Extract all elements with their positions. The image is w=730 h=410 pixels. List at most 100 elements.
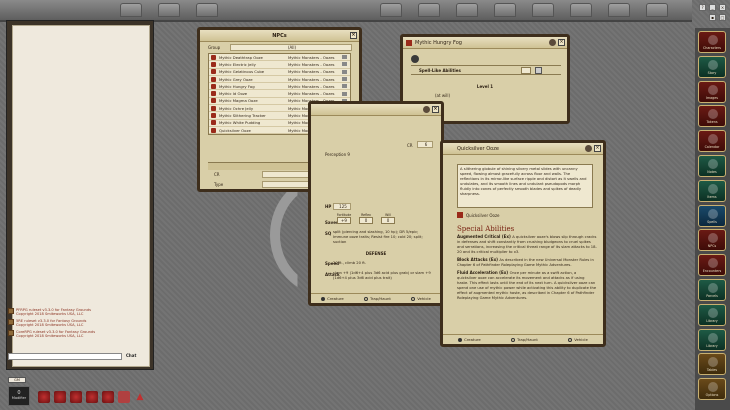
tab-trap-haunt[interactable]: Trap/Haunt (511, 337, 538, 342)
sidebar-button[interactable]: Story (698, 55, 726, 78)
link-icon[interactable] (342, 77, 347, 82)
list-item[interactable]: Mythic Hungry Fog Mythic Monsters - Oozes (209, 83, 350, 91)
group-select[interactable]: (All) (230, 44, 352, 51)
cr-field[interactable]: 6 (417, 141, 433, 148)
window-title-bar[interactable]: Quicksilver Ooze × (443, 143, 603, 155)
window-title-bar[interactable]: Mythic Hungry Fog × (403, 37, 567, 49)
spell-level-field[interactable] (521, 67, 531, 74)
tab-vehicle[interactable]: Vehicle (411, 296, 431, 301)
battlement (532, 3, 554, 17)
npc-type-tabs: Creature Trap/Haunt Vehicle (443, 334, 603, 344)
sidebar-button[interactable]: Tokens (698, 105, 726, 128)
battlement (456, 3, 478, 17)
link-icon[interactable] (342, 84, 347, 89)
d8-die-icon[interactable] (70, 391, 82, 403)
npc-icon (211, 98, 216, 104)
sidebar: Characters Story Images Tokens Calendar Notes… (695, 28, 730, 410)
d6-die-icon[interactable] (54, 391, 66, 403)
link-icon[interactable] (342, 69, 347, 74)
sidebar-button[interactable]: NPCs (698, 229, 726, 252)
d20-triangle-die-icon[interactable]: ▲ (134, 391, 146, 403)
npc-icon (211, 61, 216, 67)
sidebar-button[interactable]: Spells (698, 204, 726, 227)
sidebar-button[interactable]: Parcels (698, 279, 726, 301)
sidebar-button[interactable]: Calendar (698, 130, 726, 153)
sidebar-button[interactable]: Items (698, 179, 726, 202)
tab-creature[interactable]: Creature (458, 337, 481, 342)
link-icon[interactable] (342, 91, 347, 96)
lock-icon[interactable]: ▪ (709, 14, 716, 21)
npc-icon (211, 113, 216, 119)
radio-icon (511, 338, 516, 342)
close-icon[interactable]: × (558, 39, 565, 46)
tab-trap-haunt[interactable]: Trap/Haunt (364, 296, 391, 301)
close-icon[interactable]: × (432, 106, 439, 113)
sidebar-button[interactable]: Options (698, 378, 726, 401)
help-icon[interactable]: ? (699, 4, 706, 11)
npc-icon (211, 105, 216, 111)
list-item[interactable]: Mythic Gelatinous Cube Mythic Monsters - … (209, 69, 350, 76)
link-icon[interactable] (342, 55, 347, 60)
tab-creature[interactable]: Creature (321, 296, 344, 301)
modifier-box[interactable]: 0 Modifier (8, 386, 30, 406)
cr-label: CR (214, 172, 220, 177)
sidebar-button-icon (708, 35, 718, 45)
list-item[interactable]: Mythic Grey Ooze Mythic Monsters - Oozes (209, 76, 350, 84)
battlement (120, 3, 142, 17)
chat-mode-selector[interactable]: GM (8, 377, 26, 383)
d10-die-icon[interactable] (86, 391, 98, 403)
battlement (380, 3, 402, 17)
sidebar-button-label: Parcels (706, 294, 718, 298)
battlement (158, 3, 180, 17)
sq-label: SQ (325, 231, 332, 236)
sidebar-button-label: Story (707, 70, 717, 75)
d12-die-icon[interactable] (102, 391, 114, 403)
spell-row[interactable]: (at will) (415, 93, 553, 100)
npc-icon (211, 91, 216, 97)
close-icon[interactable]: × (350, 32, 357, 39)
sidebar-button[interactable]: Library (698, 303, 726, 326)
perception-text: Perception 9 (325, 152, 350, 157)
d4-die-icon[interactable] (38, 391, 50, 403)
reset-icon[interactable] (535, 67, 542, 74)
sidebar-button-icon (708, 233, 718, 244)
sidebar-button-label: Characters (703, 46, 721, 50)
chat-message: PFRPG ruleset v3.3.0 for Fantasy Grounds… (8, 308, 128, 316)
list-item[interactable]: Mythic Electric Jelly Mythic Monsters - O… (209, 61, 350, 69)
list-item[interactable]: Mythic Id Ooze Mythic Monsters - Oozes (209, 90, 350, 98)
tab-vehicle[interactable]: Vehicle (568, 337, 588, 342)
lock-icon[interactable] (423, 106, 430, 113)
hp-field[interactable]: 125 (333, 203, 351, 210)
lock-icon[interactable] (585, 145, 592, 152)
sidebar-button[interactable]: Encounters (698, 254, 726, 277)
chat-send-label[interactable]: Chat (126, 353, 136, 358)
d20-die-icon[interactable] (118, 391, 130, 403)
sidebar-button[interactable]: Notes (698, 155, 726, 177)
sidebar-button[interactable]: Characters (698, 31, 726, 53)
window-title: Quicksilver Ooze (457, 146, 499, 152)
hp-label: HP (325, 204, 332, 209)
link-icon[interactable] (342, 62, 347, 67)
sidebar-button[interactable]: Library (698, 328, 726, 351)
lock-icon[interactable] (549, 39, 556, 46)
close-icon[interactable]: × (594, 145, 601, 152)
sidebar-button-icon (708, 134, 718, 145)
maximize-icon[interactable]: □ (719, 14, 726, 21)
description-box: A slithering globule of shining silvery … (457, 164, 593, 208)
chat-input[interactable] (8, 353, 122, 360)
window-title-bar[interactable]: × (311, 104, 441, 116)
sidebar-button[interactable]: Images (698, 80, 726, 103)
image-link[interactable]: Quicksilver Ooze (457, 212, 500, 218)
sidebar-button[interactable]: Tables (698, 353, 726, 376)
window-controls: ? _ × ▪ □ (697, 2, 730, 27)
close-icon[interactable]: × (719, 4, 726, 11)
back-icon[interactable] (411, 55, 419, 63)
defense-header: DEFENSE (365, 251, 387, 256)
list-item[interactable]: Mythic Deathtrap Ooze Mythic Monsters - O… (209, 54, 350, 62)
window-title-bar[interactable]: NPCs × (200, 30, 359, 42)
minimize-icon[interactable]: _ (709, 4, 716, 11)
npc-icon (211, 127, 216, 133)
chat-message: 5RE ruleset v3.3.0 for Fantasy Grounds Co… (8, 319, 128, 327)
sidebar-button-label: Library (706, 343, 718, 348)
battlement (196, 3, 218, 17)
